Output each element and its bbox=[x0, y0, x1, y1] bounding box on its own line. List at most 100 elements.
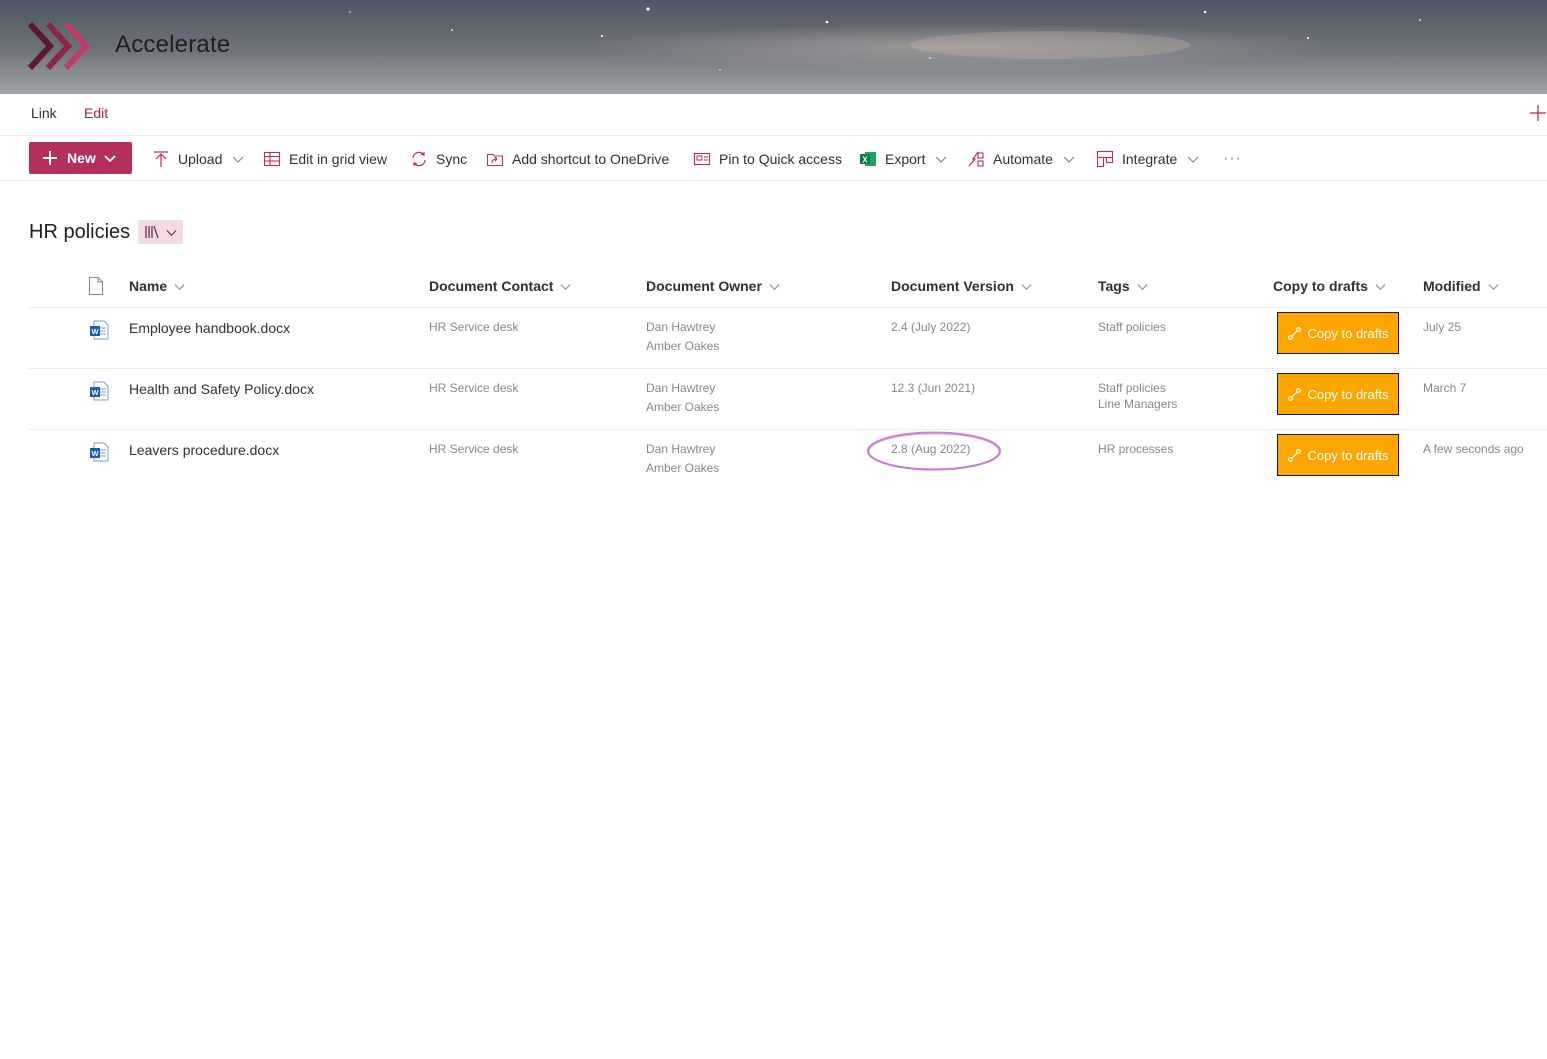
column-header-document-owner[interactable]: Document Owner bbox=[646, 278, 780, 294]
copy-to-drafts-button[interactable]: Copy to drafts bbox=[1277, 312, 1399, 354]
table-row[interactable]: W Employee handbook.docx HR Service desk… bbox=[29, 308, 1547, 369]
new-button-label: New bbox=[67, 150, 96, 166]
word-document-icon: W bbox=[90, 442, 109, 462]
column-label: Document Version bbox=[891, 278, 1014, 294]
command-bar: New Upload Edit in grid view Sync Add sh… bbox=[0, 136, 1547, 181]
edit-grid-view-button[interactable]: Edit in grid view bbox=[263, 148, 387, 170]
document-owner[interactable]: Dan Hawtrey bbox=[646, 440, 715, 459]
upload-icon bbox=[154, 151, 168, 167]
chevron-down-icon bbox=[104, 155, 116, 163]
table-row[interactable]: W Leavers procedure.docx HR Service desk… bbox=[29, 430, 1547, 491]
chevron-down-icon bbox=[174, 283, 185, 290]
export-label: Export bbox=[885, 151, 926, 167]
file-name-link[interactable]: Health and Safety Policy.docx bbox=[129, 380, 314, 399]
new-button[interactable]: New bbox=[29, 142, 132, 174]
tag: Line Managers bbox=[1098, 397, 1178, 411]
document-contact: HR Service desk bbox=[429, 381, 519, 395]
column-header-tags[interactable]: Tags bbox=[1098, 278, 1148, 294]
chevron-down-icon bbox=[936, 156, 947, 163]
column-header-document-contact[interactable]: Document Contact bbox=[429, 278, 571, 294]
site-header: Accelerate bbox=[0, 0, 1547, 94]
automate-label: Automate bbox=[993, 151, 1053, 167]
upload-button[interactable]: Upload bbox=[152, 148, 244, 170]
chevron-down-icon bbox=[560, 283, 571, 290]
document-owner[interactable]: Dan Hawtrey bbox=[646, 318, 715, 337]
library-icon bbox=[145, 225, 159, 239]
document-owner[interactable]: Amber Oakes bbox=[646, 459, 719, 478]
column-label: Modified bbox=[1423, 278, 1481, 294]
file-type-icon[interactable] bbox=[88, 277, 104, 295]
column-header-document-version[interactable]: Document Version bbox=[891, 278, 1032, 294]
pin-quick-access-label: Pin to Quick access bbox=[719, 151, 842, 167]
modified-date: A few seconds ago bbox=[1423, 442, 1524, 456]
modified-date: March 7 bbox=[1423, 381, 1467, 395]
site-title[interactable]: Accelerate bbox=[115, 31, 230, 59]
automate-icon bbox=[968, 151, 984, 167]
integrate-icon bbox=[1096, 150, 1114, 168]
document-version: 2.8 (Aug 2022) bbox=[891, 442, 971, 456]
banner-background bbox=[0, 0, 1547, 94]
svg-text:W: W bbox=[91, 327, 99, 336]
flow-icon bbox=[1287, 448, 1301, 462]
automate-button[interactable]: Automate bbox=[967, 148, 1075, 170]
chevron-down-icon bbox=[1488, 283, 1499, 290]
tag: Staff policies bbox=[1098, 320, 1166, 334]
pin-icon bbox=[693, 152, 711, 166]
chevron-down-icon bbox=[1137, 283, 1148, 290]
edit-grid-view-label: Edit in grid view bbox=[289, 151, 388, 167]
site-logo-icon[interactable] bbox=[26, 20, 96, 72]
top-navigation: Link Edit bbox=[0, 94, 1547, 136]
word-document-icon: W bbox=[90, 381, 109, 401]
chevron-down-icon bbox=[1063, 156, 1075, 163]
add-shortcut-button[interactable]: Add shortcut to OneDrive bbox=[486, 148, 669, 170]
sync-label: Sync bbox=[436, 151, 468, 167]
column-label: Document Contact bbox=[429, 278, 554, 294]
document-version: 12.3 (Jun 2021) bbox=[891, 381, 976, 395]
add-shortcut-label: Add shortcut to OneDrive bbox=[512, 151, 670, 167]
column-header-name[interactable]: Name bbox=[129, 278, 185, 294]
flow-icon bbox=[1287, 387, 1301, 401]
copy-to-drafts-label: Copy to drafts bbox=[1307, 325, 1389, 341]
column-label: Document Owner bbox=[646, 278, 762, 294]
svg-text:W: W bbox=[91, 388, 99, 397]
modified-date: July 25 bbox=[1423, 320, 1462, 334]
copy-to-drafts-label: Copy to drafts bbox=[1307, 447, 1389, 463]
add-icon[interactable] bbox=[1529, 104, 1547, 122]
sync-button[interactable]: Sync bbox=[410, 148, 467, 170]
document-owner[interactable]: Amber Oakes bbox=[646, 398, 719, 417]
svg-text:W: W bbox=[91, 449, 99, 458]
plus-icon bbox=[43, 151, 57, 165]
copy-to-drafts-button[interactable]: Copy to drafts bbox=[1277, 434, 1399, 476]
column-label: Copy to drafts bbox=[1273, 278, 1368, 294]
file-name-link[interactable]: Employee handbook.docx bbox=[129, 319, 290, 338]
table-row[interactable]: W Health and Safety Policy.docx HR Servi… bbox=[29, 369, 1547, 430]
document-owner[interactable]: Dan Hawtrey bbox=[646, 379, 715, 398]
copy-to-drafts-label: Copy to drafts bbox=[1307, 386, 1389, 402]
chevron-down-icon bbox=[769, 283, 780, 290]
view-switcher-button[interactable] bbox=[138, 220, 183, 244]
document-contact: HR Service desk bbox=[429, 320, 519, 334]
copy-to-drafts-button[interactable]: Copy to drafts bbox=[1277, 373, 1399, 415]
column-header-modified[interactable]: Modified bbox=[1423, 278, 1499, 294]
export-button[interactable]: X Export bbox=[859, 148, 947, 170]
nav-edit[interactable]: Edit bbox=[84, 105, 108, 121]
nav-link[interactable]: Link bbox=[31, 105, 57, 121]
sync-icon bbox=[412, 151, 426, 167]
svg-text:X: X bbox=[862, 156, 868, 165]
chevron-down-icon bbox=[232, 156, 244, 163]
pin-quick-access-button[interactable]: Pin to Quick access bbox=[693, 148, 842, 170]
file-name-link[interactable]: Leavers procedure.docx bbox=[129, 441, 279, 460]
document-version: 2.4 (July 2022) bbox=[891, 320, 971, 334]
grid-icon bbox=[263, 151, 281, 167]
document-owner[interactable]: Amber Oakes bbox=[646, 337, 719, 356]
table-header: Name Document Contact Document Owner Doc… bbox=[29, 270, 1547, 308]
integrate-button[interactable]: Integrate bbox=[1096, 148, 1199, 170]
document-contact: HR Service desk bbox=[429, 442, 519, 456]
column-label: Name bbox=[129, 278, 168, 294]
column-header-copy-to-drafts[interactable]: Copy to drafts bbox=[1273, 278, 1386, 294]
page-title: HR policies bbox=[29, 221, 131, 243]
upload-label: Upload bbox=[178, 151, 223, 167]
more-actions-button[interactable]: ··· bbox=[1223, 148, 1242, 170]
column-label: Tags bbox=[1098, 278, 1130, 294]
chevron-down-icon bbox=[1375, 283, 1386, 290]
